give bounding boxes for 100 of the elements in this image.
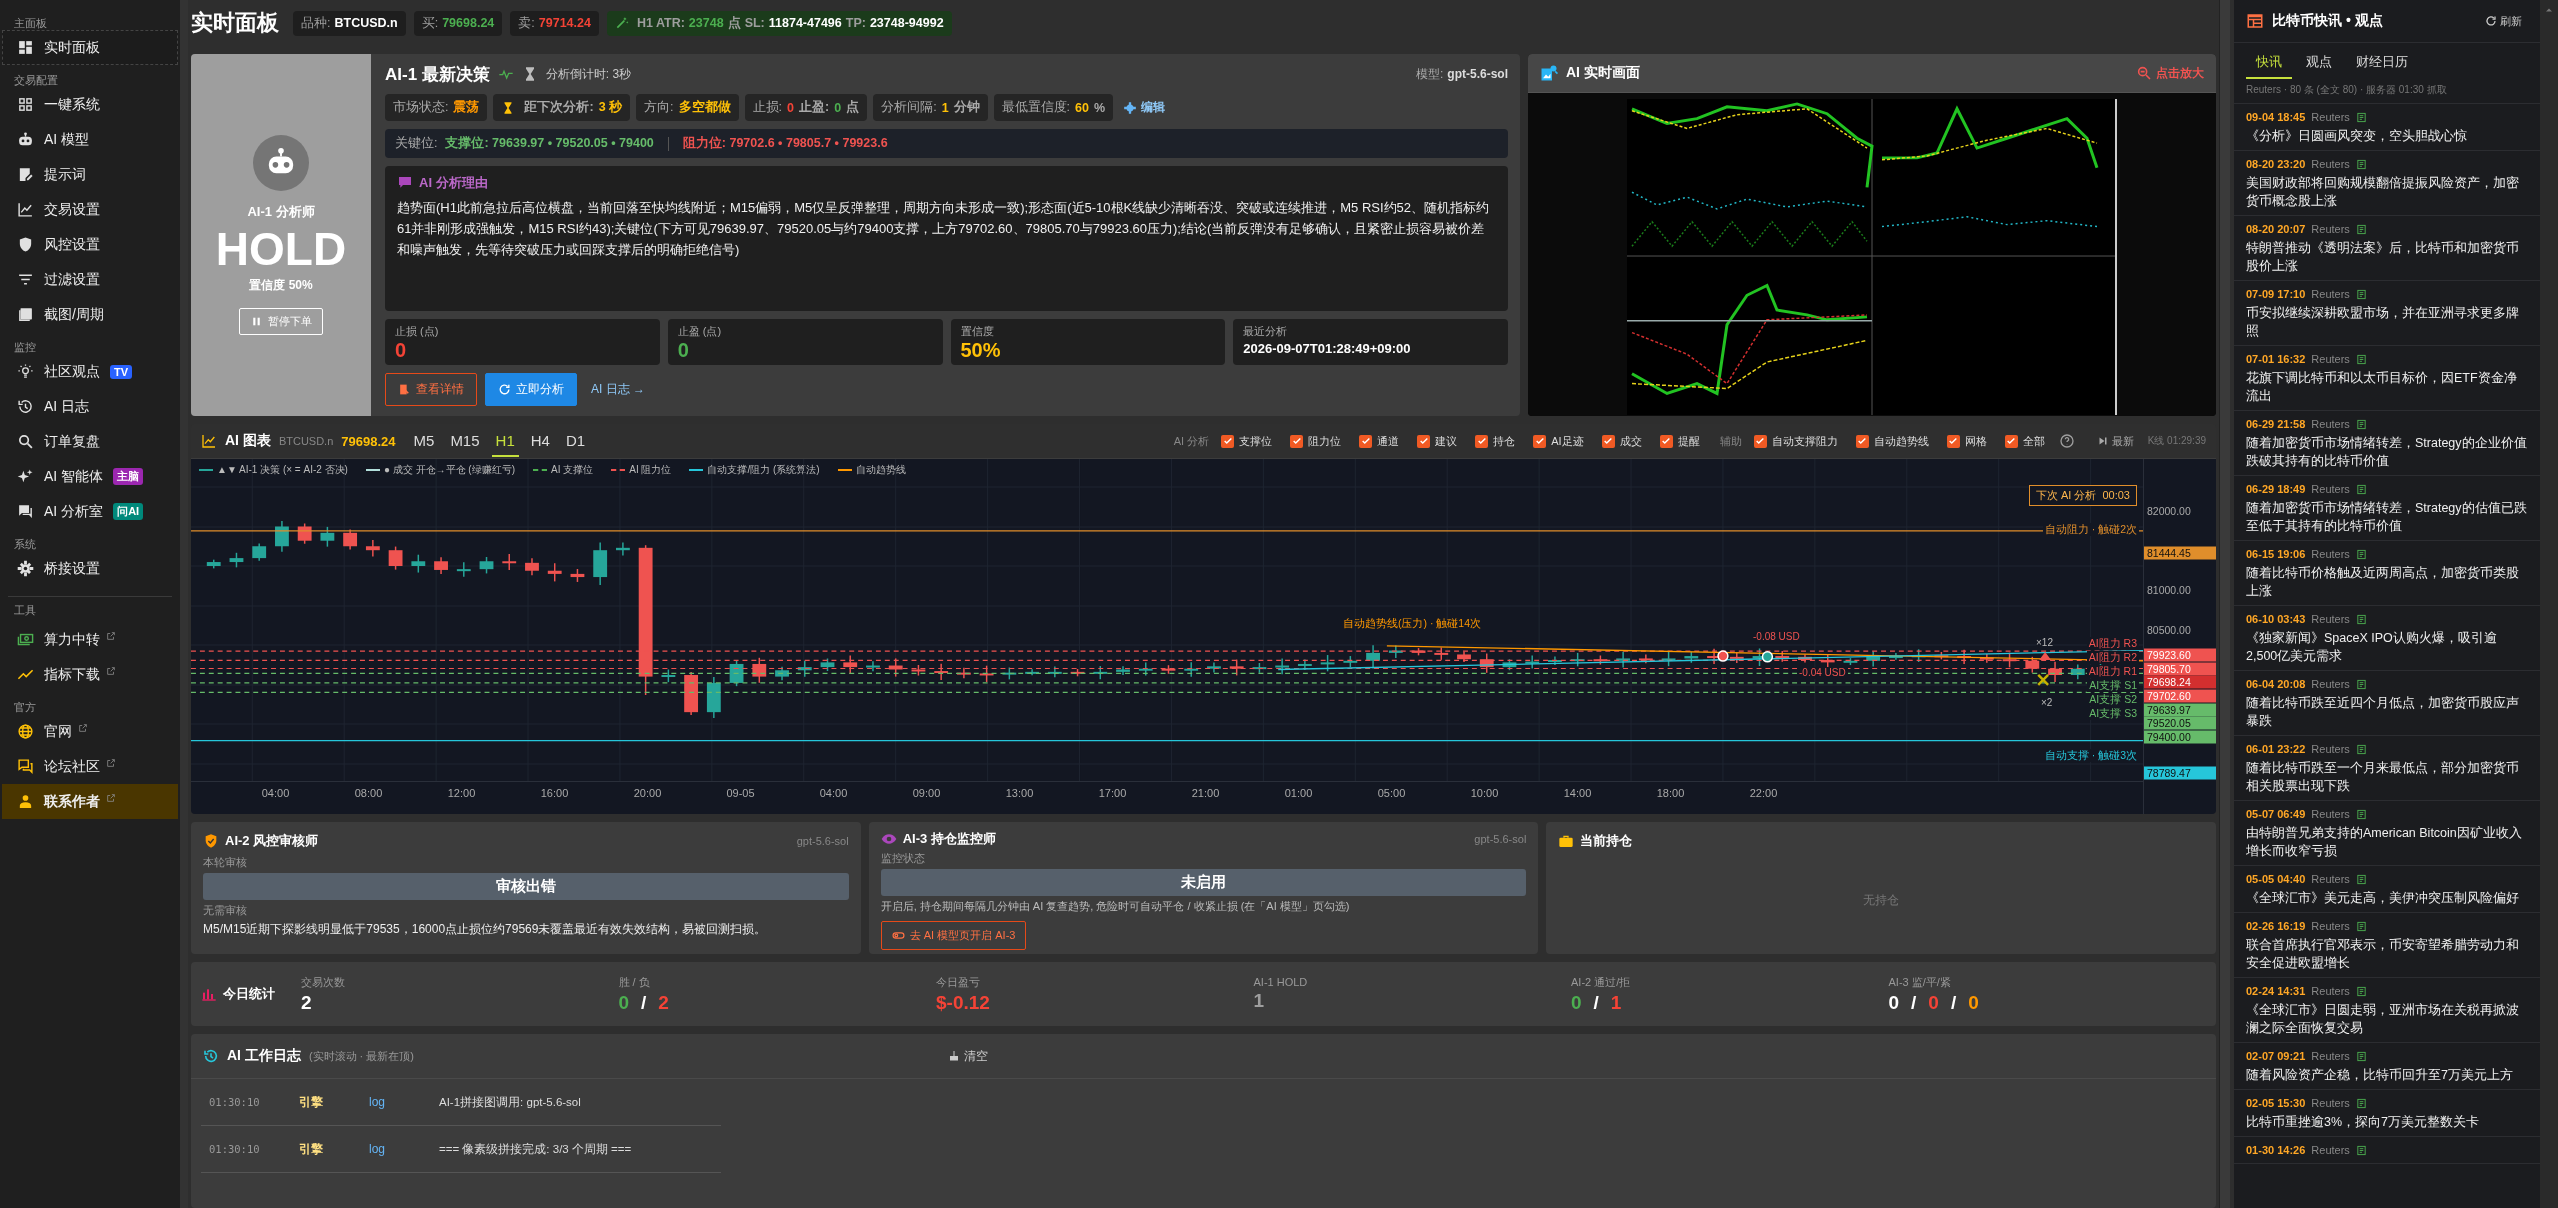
checkbox[interactable]	[1601, 434, 1615, 448]
sidebar-item[interactable]: 交易设置	[2, 192, 178, 227]
sidebar-item[interactable]: 提示词	[2, 157, 178, 192]
axis-label: 09:00	[911, 787, 942, 799]
checkbox[interactable]	[1417, 434, 1431, 448]
tab[interactable]: 快讯	[2246, 49, 2292, 79]
checkbox[interactable]	[1753, 434, 1767, 448]
checkbox-label[interactable]: 持仓	[1493, 433, 1516, 449]
external-link-icon	[106, 630, 116, 641]
scrollbar[interactable]	[2219, 0, 2230, 1208]
checkmark-icon	[1603, 436, 1614, 446]
sidebar-item[interactable]: 算力中转	[2, 622, 178, 657]
checkbox[interactable]	[1359, 434, 1373, 448]
sidebar-item[interactable]: 实时面板	[2, 30, 178, 65]
checkbox[interactable]	[1290, 434, 1304, 448]
latest-button[interactable]: 最新	[2090, 432, 2140, 450]
info-chip: 买: 79698.24	[413, 10, 503, 36]
candle	[797, 659, 812, 678]
details-button[interactable]: 查看详情	[385, 373, 477, 406]
sidebar-item[interactable]: 论坛社区	[2, 749, 178, 784]
scrollbar[interactable]	[2540, 0, 2558, 1208]
key-levels-label: 关键位:	[395, 135, 438, 152]
refresh-button[interactable]: 刷新	[2479, 12, 2528, 30]
enable-button[interactable]: 去 AI 模型页开启 AI-3	[880, 921, 1027, 950]
checkbox[interactable]	[1855, 434, 1869, 448]
checkbox[interactable]	[1533, 434, 1547, 448]
checkbox-label[interactable]: 成交	[1619, 433, 1642, 449]
legend-label: AI 支撑位	[551, 463, 594, 477]
tab[interactable]: 财经日历	[2346, 49, 2418, 79]
news-source: Reuters	[2311, 1144, 2350, 1156]
stat-value: 0	[395, 339, 408, 362]
external-link-icon	[106, 665, 116, 676]
timeframe-tab[interactable]: M5	[409, 425, 439, 457]
checkbox-label[interactable]: 建议	[1435, 433, 1458, 449]
candle	[1343, 655, 1358, 668]
sidebar-item[interactable]: 桥接设置	[2, 551, 178, 586]
sidebar-item[interactable]: 社区观点 TV	[2, 354, 178, 389]
checkbox-label[interactable]: 支撑位	[1239, 433, 1273, 449]
checkbox[interactable]	[2004, 434, 2018, 448]
checkbox-label[interactable]: AI足迹	[1551, 433, 1584, 449]
candle	[2002, 651, 2017, 669]
sidebar-item[interactable]: AI 日志	[2, 389, 178, 424]
status-chip: 止损: 0 止盈: 0 点	[744, 94, 868, 121]
sidebar-item[interactable]: AI 分析室 问AI	[2, 494, 178, 529]
checkbox-label[interactable]: 自动支撑阻力	[1771, 433, 1838, 449]
sidebar-item[interactable]: 指标下载	[2, 657, 178, 692]
sidebar-item[interactable]: 官网	[2, 714, 178, 749]
candle	[1207, 661, 1221, 674]
checkbox[interactable]	[1659, 434, 1673, 448]
sidebar-item[interactable]: 联系作者	[2, 784, 178, 819]
line-label: 自动阻力 · 触碰2次	[2042, 523, 2139, 536]
axis-label: 22:00	[1748, 787, 1779, 799]
sidebar-item[interactable]: 订单复盘	[2, 424, 178, 459]
note-label: 无需审核	[203, 903, 248, 918]
timeframe-tab[interactable]: D1	[561, 425, 590, 457]
info-chip: H1 ATR: 23748 点 SL: 11874-47496 TP: 23748-94992	[606, 10, 952, 36]
sidebar-item[interactable]: 截图/周期	[2, 297, 178, 332]
candle	[1457, 650, 1471, 663]
clear-button[interactable]: 清空	[942, 1046, 994, 1066]
source-info: Reuters · 80 条 (全文 80) · 服务器 01:30 抓取	[2234, 79, 2540, 104]
sidebar-item[interactable]: AI 智能体 主脑	[2, 459, 178, 494]
candle	[1138, 661, 1153, 677]
checkbox-label[interactable]: 通道	[1377, 433, 1400, 449]
checkbox-label[interactable]: 阻力位	[1308, 433, 1342, 449]
checkbox[interactable]	[1946, 434, 1960, 448]
checkbox-label[interactable]: 全部	[2022, 433, 2045, 449]
analyze-button[interactable]: 立即分析	[485, 373, 577, 406]
checkbox[interactable]	[1475, 434, 1489, 448]
shield-icon	[17, 236, 34, 253]
sidebar-item[interactable]: 风控设置	[2, 227, 178, 262]
checkbox-label[interactable]: 自动趋势线	[1873, 433, 1929, 449]
news-headline: 《独家新闻》SpaceX IPO认购火爆，吸引逾2,500亿美元需求	[2246, 630, 2498, 665]
timeframe-tab[interactable]: M15	[446, 425, 484, 457]
log-link[interactable]: AI 日志 →	[591, 381, 645, 398]
axis-label: 14:00	[1562, 787, 1593, 799]
edit-link[interactable]: 编辑	[1123, 99, 1166, 116]
legend-label: ● 成交 开仓→平仓 (绿赚红亏)	[383, 463, 515, 477]
price-tag: 79698.24	[2144, 675, 2216, 689]
news-time: 06-29 21:58	[2246, 418, 2306, 430]
tab[interactable]: 观点	[2296, 49, 2342, 79]
checkbox[interactable]	[1221, 434, 1235, 448]
checkbox-label[interactable]: 提醒	[1677, 433, 1700, 449]
candle	[1252, 662, 1267, 674]
candle	[275, 520, 289, 553]
news-source: Reuters	[2311, 223, 2350, 235]
timeframe-tab[interactable]: H1	[491, 425, 519, 457]
checkbox-label[interactable]: 网格	[1964, 433, 1987, 449]
candle	[434, 556, 448, 575]
triangle-marker	[2039, 652, 2052, 661]
decision-action: HOLD	[215, 224, 347, 274]
candle	[320, 526, 335, 548]
sidebar-item[interactable]: 过滤设置	[2, 262, 178, 297]
sidebar-item[interactable]: 一键系统	[2, 87, 178, 122]
news-item[interactable]: 01-30 14:26 Reuters	[2234, 1137, 2540, 1164]
zoom-icon	[2136, 65, 2152, 81]
candle	[820, 657, 835, 672]
sidebar-item[interactable]: AI 模型	[2, 122, 178, 157]
news-headline: 随着风险资产企稳，比特币回升至7万美元上方	[2246, 1067, 2514, 1084]
timeframe-tab[interactable]: H4	[526, 425, 554, 457]
stat-label: 胜 / 负	[618, 974, 651, 990]
